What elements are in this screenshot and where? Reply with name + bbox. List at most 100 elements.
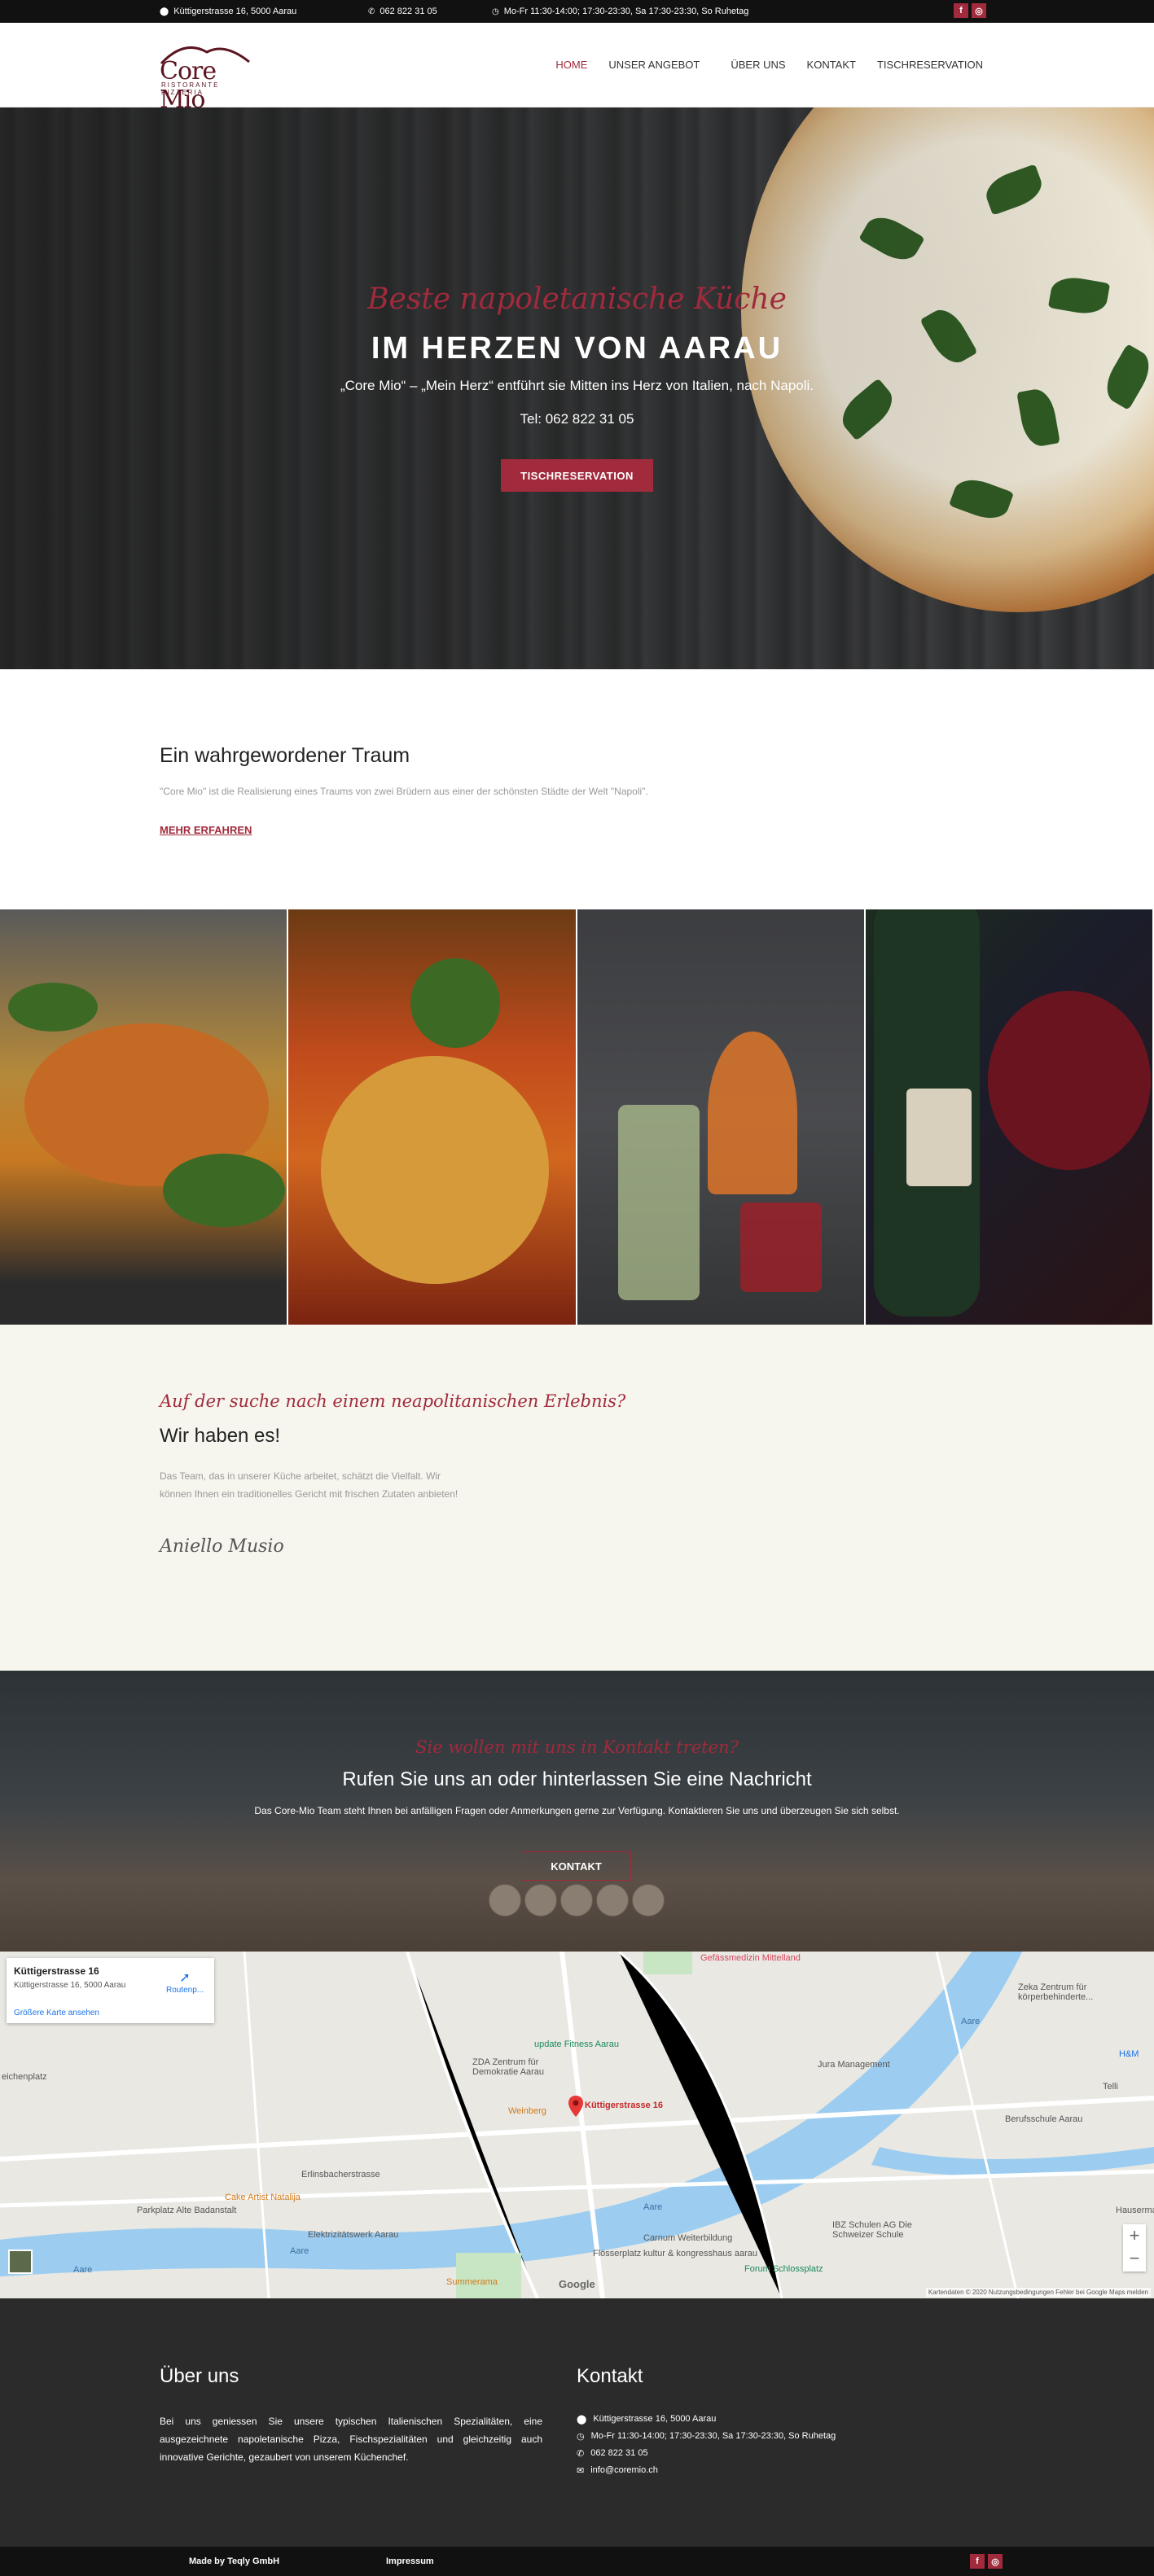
route-planner-button[interactable]: ➚ Routenp... — [166, 1969, 204, 1995]
hero-subtitle: „Core Mio“ – „Mein Herz“ entführt sie Mi… — [340, 378, 814, 393]
map-label: Gefässmedizin Mittelland — [700, 1953, 801, 1963]
facebook-icon[interactable]: f — [954, 3, 968, 18]
map-label: H&M — [1119, 2049, 1139, 2059]
map-label: update Fitness Aarau — [534, 2039, 619, 2049]
directions-icon: ➚ — [179, 1971, 191, 1985]
map-pin-icon[interactable] — [568, 2096, 583, 2117]
instagram-icon[interactable]: ◎ — [988, 2554, 1003, 2569]
contact-text: Das Core-Mio Team steht Ihnen bei anfäll… — [254, 1805, 900, 1816]
reservation-button[interactable]: TISCHRESERVATION — [501, 459, 653, 492]
cube-icon — [560, 1884, 593, 1917]
map-label: Parkplatz Alte Badanstalt — [137, 2206, 237, 2215]
map-info-card: Küttigerstrasse 16 Küttigerstrasse 16, 5… — [7, 1958, 214, 2023]
hero-title: IM HERZEN VON AARAU — [371, 331, 783, 366]
nav-kontakt[interactable]: KONTAKT — [807, 59, 856, 71]
instagram-icon[interactable]: ◎ — [972, 3, 986, 18]
bottom-bar: Made by Teqly GmbH Impressum f ◎ — [0, 2547, 1154, 2576]
hero-phone[interactable]: Tel: 062 822 31 05 — [0, 411, 1154, 427]
map-label: Forum Schlossplatz — [744, 2264, 823, 2274]
map-label: Aare — [290, 2246, 309, 2256]
top-bar: ⬤ Küttigerstrasse 16, 5000 Aarau ✆ 062 8… — [0, 0, 1154, 23]
clock-icon: ◷ — [492, 7, 499, 16]
map-label: Aare — [73, 2265, 93, 2275]
map-label: IBZ Schulen AG Die Schweizer Schule — [832, 2220, 912, 2240]
map-card-title: Küttigerstrasse 16 — [14, 1965, 99, 1977]
main-nav: HOME UNSER ANGEBOT ÜBER UNS KONTAKT TISC… — [555, 59, 983, 71]
map-pin-label: Küttigerstrasse 16 — [585, 2101, 663, 2110]
cube-icon — [596, 1884, 629, 1917]
footer-phone[interactable]: ✆ 062 822 31 05 — [577, 2448, 648, 2459]
food-gallery — [0, 909, 1154, 1325]
map-label: Flösserplatz — [593, 2249, 642, 2258]
map-label: Hausermann AG — [1116, 2206, 1154, 2215]
footer-email[interactable]: ✉ info@coremio.ch — [577, 2465, 658, 2476]
map-label: kultur & kongresshaus aarau — [643, 2249, 758, 2258]
made-by-credit[interactable]: Made by Teqly GmbH — [189, 2556, 279, 2566]
phone-icon: ✆ — [577, 2449, 585, 2459]
map-label: Telli — [1103, 2082, 1118, 2092]
zoom-out-button[interactable]: − — [1123, 2247, 1146, 2270]
map-label: Elektrizitätswerk Aarau — [308, 2230, 399, 2240]
impressum-link[interactable]: Impressum — [386, 2556, 434, 2566]
map-label: Aare — [961, 2017, 981, 2026]
wine-image — [865, 909, 1154, 1325]
map-label: Carnum Weiterbildung — [643, 2233, 733, 2243]
map-label: Aare — [643, 2202, 663, 2212]
cube-icon — [489, 1884, 521, 1917]
map-label: Cake Artist Natalija — [225, 2193, 301, 2202]
cube-icon — [524, 1884, 557, 1917]
map-label: ZDA Zentrum für Demokratie Aarau — [472, 2057, 545, 2077]
topbar-phone[interactable]: ✆ 062 822 31 05 — [368, 7, 437, 16]
location-pin-icon: ⬤ — [160, 7, 169, 16]
cube-icon — [632, 1884, 665, 1917]
contact-button[interactable]: KONTAKT — [521, 1851, 631, 1881]
contact-script-heading: Sie wollen mit uns in Kontakt treten? — [415, 1737, 739, 1757]
team-title: Wir haben es! — [160, 1425, 281, 1447]
about-text: "Core Mio" ist die Realisierung eines Tr… — [160, 786, 648, 797]
google-logo: Google — [559, 2278, 595, 2290]
topbar-hours: ◷ Mo-Fr 11:30-14:00; 17:30-23:30, Sa 17:… — [492, 7, 749, 16]
social-links: f ◎ — [954, 3, 986, 18]
site-footer: Über uns Bei uns geniessen Sie unsere ty… — [0, 2298, 1154, 2547]
lasagna-image — [0, 909, 289, 1325]
map-label: Summerama — [446, 2277, 498, 2287]
about-section: Ein wahrgewordener Traum "Core Mio" ist … — [0, 669, 1154, 909]
footer-address: ⬤ Küttigerstrasse 16, 5000 Aarau — [577, 2414, 717, 2425]
footer-contact-title: Kontakt — [577, 2365, 643, 2387]
nav-home[interactable]: HOME — [555, 59, 587, 71]
facebook-icon[interactable]: f — [970, 2554, 985, 2569]
nav-tischreservation[interactable]: TISCHRESERVATION — [877, 59, 983, 71]
envelope-icon: ✉ — [577, 2466, 585, 2476]
map-card-address: Küttigerstrasse 16, 5000 Aarau — [14, 1981, 126, 1990]
map-label: Jura Management — [818, 2060, 890, 2070]
spaghetti-image — [288, 909, 577, 1325]
satellite-toggle[interactable] — [8, 2250, 33, 2274]
clock-icon: ◷ — [577, 2432, 585, 2442]
cocktails-image — [577, 909, 866, 1325]
map-label: Weinberg — [508, 2106, 546, 2116]
nav-unser-angebot[interactable]: UNSER ANGEBOT — [608, 59, 700, 71]
about-title: Ein wahrgewordener Traum — [160, 744, 410, 767]
map-attribution[interactable]: Kartendaten © 2020 Nutzungsbedingungen F… — [925, 2288, 1151, 2297]
location-pin-icon: ⬤ — [577, 2415, 587, 2425]
footer-about-title: Über uns — [160, 2365, 239, 2387]
google-map[interactable]: Gefässmedizin Mittelland update Fitness … — [0, 1952, 1154, 2298]
footer-social-links: f ◎ — [970, 2554, 1003, 2569]
map-label: Zeka Zentrum für körperbehinderte... — [1018, 1982, 1094, 2002]
phone-icon: ✆ — [368, 7, 375, 16]
team-section: Auf der suche nach einem neapolitanische… — [0, 1325, 1154, 1671]
site-header: Core Mio RISTORANTE PIZZERIA HOME UNSER … — [0, 23, 1154, 114]
larger-map-link[interactable]: Größere Karte ansehen — [14, 2009, 99, 2017]
zoom-controls: + − — [1123, 2224, 1146, 2272]
map-label: Erlinsbacherstrasse — [301, 2170, 380, 2180]
hero-script-heading: Beste napoletanische Küche — [367, 283, 787, 316]
contact-title: Rufen Sie uns an oder hinterlassen Sie e… — [342, 1768, 812, 1790]
nav-ueber-uns[interactable]: ÜBER UNS — [731, 59, 785, 71]
zoom-in-button[interactable]: + — [1123, 2224, 1146, 2247]
topbar-address: ⬤ Küttigerstrasse 16, 5000 Aarau — [160, 7, 297, 16]
more-link[interactable]: MEHR ERFAHREN — [160, 824, 252, 836]
team-script-heading: Auf der suche nach einem neapolitanische… — [160, 1391, 626, 1411]
hero-section: Beste napoletanische Küche IM HERZEN VON… — [0, 107, 1154, 669]
logo[interactable]: Core Mio RISTORANTE PIZZERIA — [160, 41, 257, 114]
contact-section: Sie wollen mit uns in Kontakt treten? Ru… — [0, 1671, 1154, 1952]
